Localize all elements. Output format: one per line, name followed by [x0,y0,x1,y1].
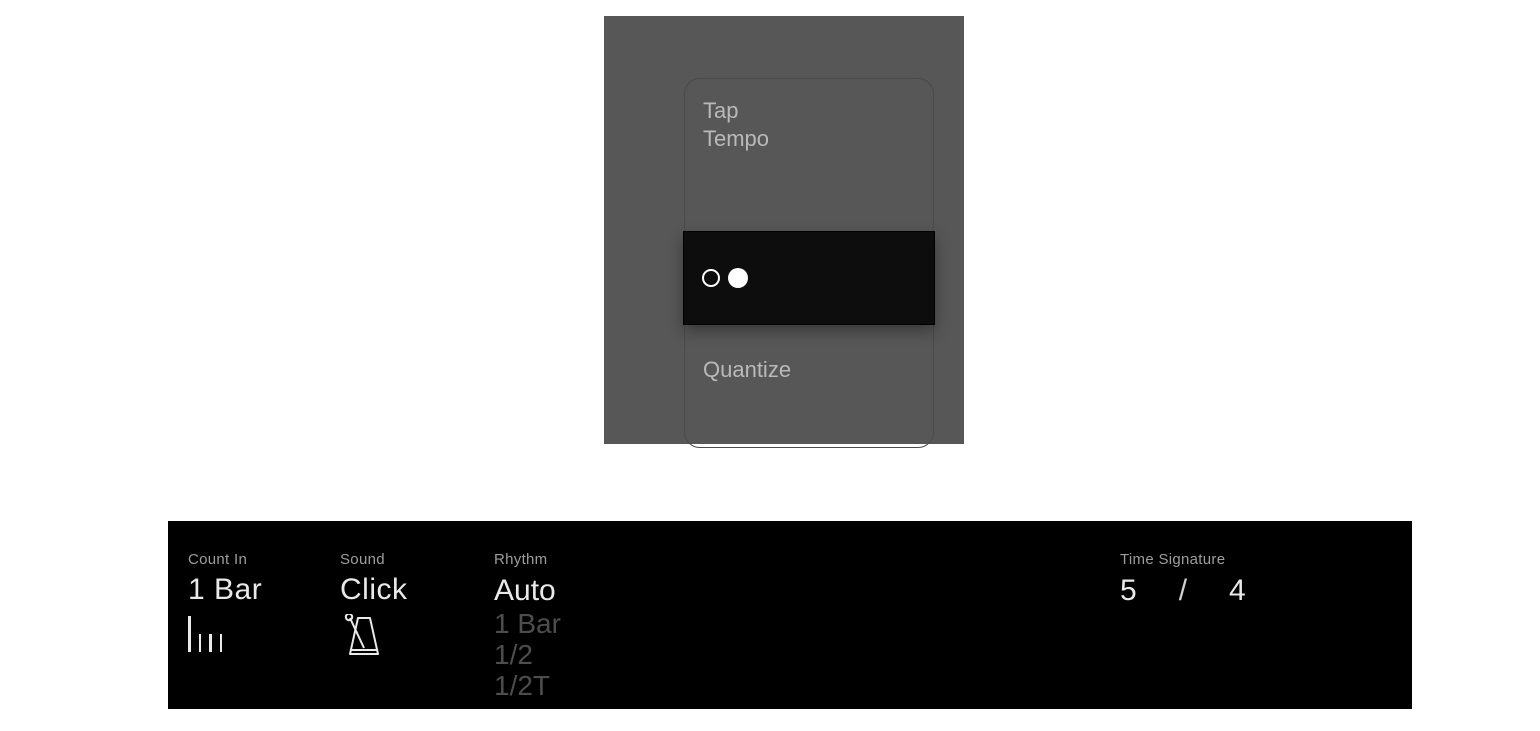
rhythm-option[interactable]: Auto [494,574,674,608]
rhythm-options-list: Auto 1 Bar 1/2 1/2T [494,574,674,702]
tempo-menu-card: Tap Tempo Quantize [684,78,934,448]
time-signature-label: Time Signature [1120,551,1380,568]
rhythm-label: Rhythm [494,551,674,568]
metronome-settings-bar: Count In 1 Bar Sound Click [168,521,1412,709]
metronome-off-icon [702,269,720,287]
metronome-icon [340,614,480,658]
tempo-menu-panel: Tap Tempo Quantize [604,16,964,444]
metronome-enable-row[interactable] [683,231,935,325]
rhythm-option[interactable]: 1 Bar [494,608,674,639]
time-signature-control[interactable]: Time Signature 5 / 4 [1120,551,1380,608]
count-in-value: 1 Bar [188,574,328,606]
rhythm-control[interactable]: Rhythm Auto 1 Bar 1/2 1/2T [494,551,674,702]
sound-label: Sound [340,551,480,568]
count-in-control[interactable]: Count In 1 Bar [188,551,328,652]
sound-value: Click [340,574,480,606]
time-signature-denominator[interactable]: 4 [1229,574,1246,608]
time-signature-numerator[interactable]: 5 [1120,574,1137,608]
quantize-button[interactable]: Quantize [703,357,791,383]
rhythm-option[interactable]: 1/2 [494,639,674,670]
sound-control[interactable]: Sound Click [340,551,480,658]
tap-tempo-button[interactable]: Tap Tempo [703,97,769,152]
rhythm-option[interactable]: 1/2T [494,670,674,701]
time-signature-separator: / [1179,574,1187,608]
count-in-label: Count In [188,551,328,568]
metronome-on-icon [728,268,748,288]
count-in-bars-icon [188,616,328,652]
